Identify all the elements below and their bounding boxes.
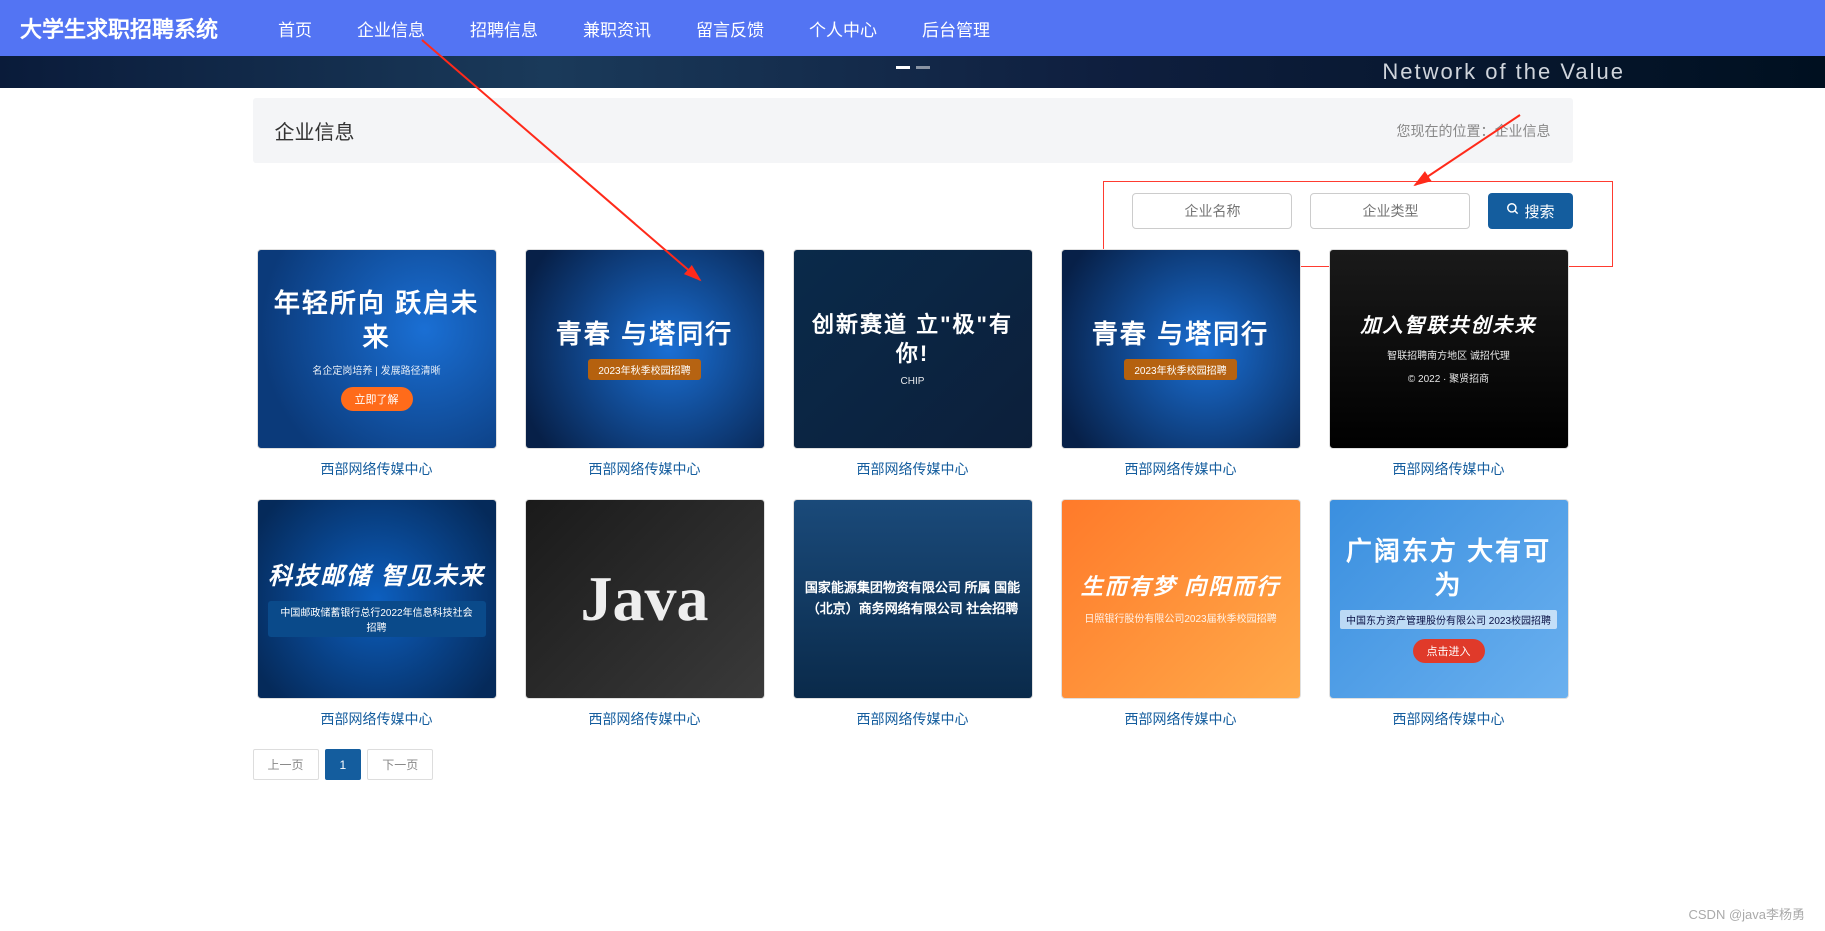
thumb-primary-text: 加入智联共创未来: [1361, 313, 1537, 339]
list-item: 加入智联共创未来 智联招聘南方地区 诚招代理 © 2022 · 聚贤招商 西部网…: [1325, 249, 1573, 479]
brand-title: 大学生求职招聘系统: [20, 12, 218, 44]
card-thumb[interactable]: 生而有梦 向阳而行 日照银行股份有限公司2023届秋季校园招聘: [1061, 499, 1301, 699]
nav-personal-center[interactable]: 个人中心: [809, 16, 877, 41]
card-thumb[interactable]: 科技邮储 智见未来 中国邮政储蓄银行总行2022年信息科技社会招聘: [257, 499, 497, 699]
nav-parttime-news[interactable]: 兼职资讯: [583, 16, 651, 41]
list-item: 创新赛道 立"极"有你! CHIP 西部网络传媒中心: [789, 249, 1037, 479]
card-thumb[interactable]: 年轻所向 跃启未来 名企定岗培养 | 发展路径清晰 立即了解: [257, 249, 497, 449]
enterprise-type-input[interactable]: [1310, 193, 1470, 229]
card-title-link[interactable]: 西部网络传媒中心: [857, 709, 969, 729]
enterprise-grid: 年轻所向 跃启未来 名企定岗培养 | 发展路径清晰 立即了解 西部网络传媒中心 …: [253, 249, 1573, 729]
breadcrumb-current: 企业信息: [1495, 123, 1551, 139]
pagination-page-1[interactable]: 1: [325, 749, 362, 780]
list-item: Java 西部网络传媒中心: [521, 499, 769, 729]
list-item: 年轻所向 跃启未来 名企定岗培养 | 发展路径清晰 立即了解 西部网络传媒中心: [253, 249, 501, 479]
nav-items: 首页 企业信息 招聘信息 兼职资讯 留言反馈 个人中心 后台管理: [278, 16, 990, 41]
list-item: 生而有梦 向阳而行 日照银行股份有限公司2023届秋季校园招聘 西部网络传媒中心: [1057, 499, 1305, 729]
thumb-primary-text: 年轻所向 跃启未来: [268, 287, 486, 355]
carousel-dots: [896, 66, 930, 69]
watermark: CSDN @java李杨勇: [1689, 904, 1806, 923]
hero-text: Network of the Value: [1382, 59, 1625, 85]
pagination-prev[interactable]: 上一页: [253, 749, 319, 780]
thumb-sub-text: 中国邮政储蓄银行总行2022年信息科技社会招聘: [268, 601, 486, 637]
search-button[interactable]: 搜索: [1488, 193, 1572, 229]
thumb-sub-text: 智联招聘南方地区 诚招代理: [1387, 347, 1510, 362]
breadcrumb: 您现在的位置：企业信息: [1397, 121, 1551, 141]
panel-header: 企业信息 您现在的位置：企业信息: [253, 98, 1573, 163]
card-title-link[interactable]: 西部网络传媒中心: [589, 709, 701, 729]
thumb-primary-text: 广阔东方 大有可为: [1340, 535, 1558, 603]
thumb-sub-text: 中国东方资产管理股份有限公司 2023校园招聘: [1340, 610, 1557, 629]
thumb-primary-text: 国家能源集团物资有限公司 所属 国能（北京）商务网络有限公司 社会招聘: [804, 578, 1022, 620]
list-item: 广阔东方 大有可为 中国东方资产管理股份有限公司 2023校园招聘 点击进入 西…: [1325, 499, 1573, 729]
list-item: 青春 与塔同行 2023年秋季校园招聘 西部网络传媒中心: [521, 249, 769, 479]
enterprise-name-input[interactable]: [1132, 193, 1292, 229]
card-thumb[interactable]: 加入智联共创未来 智联招聘南方地区 诚招代理 © 2022 · 聚贤招商: [1329, 249, 1569, 449]
card-title-link[interactable]: 西部网络传媒中心: [1393, 459, 1505, 479]
thumb-sub-text: 2023年秋季校园招聘: [1124, 359, 1236, 380]
nav-enterprise-info[interactable]: 企业信息: [357, 16, 425, 41]
pagination: 上一页 1 下一页: [253, 749, 1573, 780]
card-thumb[interactable]: 广阔东方 大有可为 中国东方资产管理股份有限公司 2023校园招聘 点击进入: [1329, 499, 1569, 699]
thumb-cta-button: 点击进入: [1413, 639, 1485, 663]
card-thumb[interactable]: 青春 与塔同行 2023年秋季校园招聘: [1061, 249, 1301, 449]
nav-admin[interactable]: 后台管理: [922, 16, 990, 41]
search-button-label: 搜索: [1524, 201, 1554, 222]
thumb-extra-text: © 2022 · 聚贤招商: [1408, 370, 1489, 385]
search-icon: [1506, 202, 1520, 220]
nav-home[interactable]: 首页: [278, 16, 312, 41]
thumb-sub-text: CHIP: [901, 376, 925, 387]
nav-recruit-info[interactable]: 招聘信息: [470, 16, 538, 41]
thumb-primary-text: 生而有梦 向阳而行: [1081, 573, 1281, 602]
thumb-primary-text: 科技邮储 智见未来: [268, 561, 485, 592]
card-title-link[interactable]: 西部网络传媒中心: [1125, 709, 1237, 729]
card-title-link[interactable]: 西部网络传媒中心: [321, 709, 433, 729]
thumb-primary-text: 青春 与塔同行: [1092, 318, 1269, 352]
card-thumb[interactable]: 青春 与塔同行 2023年秋季校园招聘: [525, 249, 765, 449]
carousel-dot-1[interactable]: [896, 66, 910, 69]
thumb-sub-text: 名企定岗培养 | 发展路径清晰: [312, 362, 440, 377]
card-title-link[interactable]: 西部网络传媒中心: [589, 459, 701, 479]
list-item: 青春 与塔同行 2023年秋季校园招聘 西部网络传媒中心: [1057, 249, 1305, 479]
card-title-link[interactable]: 西部网络传媒中心: [1125, 459, 1237, 479]
card-thumb[interactable]: 国家能源集团物资有限公司 所属 国能（北京）商务网络有限公司 社会招聘: [793, 499, 1033, 699]
thumb-sub-text: 2023年秋季校园招聘: [588, 359, 700, 380]
list-item: 国家能源集团物资有限公司 所属 国能（北京）商务网络有限公司 社会招聘 西部网络…: [789, 499, 1037, 729]
thumb-cta-button: 立即了解: [341, 387, 413, 411]
page-title: 企业信息: [275, 116, 355, 145]
card-title-link[interactable]: 西部网络传媒中心: [1393, 709, 1505, 729]
list-item: 科技邮储 智见未来 中国邮政储蓄银行总行2022年信息科技社会招聘 西部网络传媒…: [253, 499, 501, 729]
navbar: 大学生求职招聘系统 首页 企业信息 招聘信息 兼职资讯 留言反馈 个人中心 后台…: [0, 0, 1825, 56]
thumb-sub-text: 日照银行股份有限公司2023届秋季校园招聘: [1084, 610, 1276, 625]
search-row: 搜索: [253, 193, 1573, 229]
card-thumb[interactable]: 创新赛道 立"极"有你! CHIP: [793, 249, 1033, 449]
thumb-primary-text: 青春 与塔同行: [556, 318, 733, 352]
thumb-primary-text: Java: [581, 562, 709, 636]
breadcrumb-prefix: 您现在的位置：: [1397, 123, 1495, 139]
nav-feedback[interactable]: 留言反馈: [696, 16, 764, 41]
carousel-dot-2[interactable]: [916, 66, 930, 69]
thumb-primary-text: 创新赛道 立"极"有你!: [804, 311, 1022, 368]
card-thumb[interactable]: Java: [525, 499, 765, 699]
card-title-link[interactable]: 西部网络传媒中心: [321, 459, 433, 479]
hero-banner: Network of the Value: [0, 56, 1825, 88]
pagination-next[interactable]: 下一页: [367, 749, 433, 780]
card-title-link[interactable]: 西部网络传媒中心: [857, 459, 969, 479]
